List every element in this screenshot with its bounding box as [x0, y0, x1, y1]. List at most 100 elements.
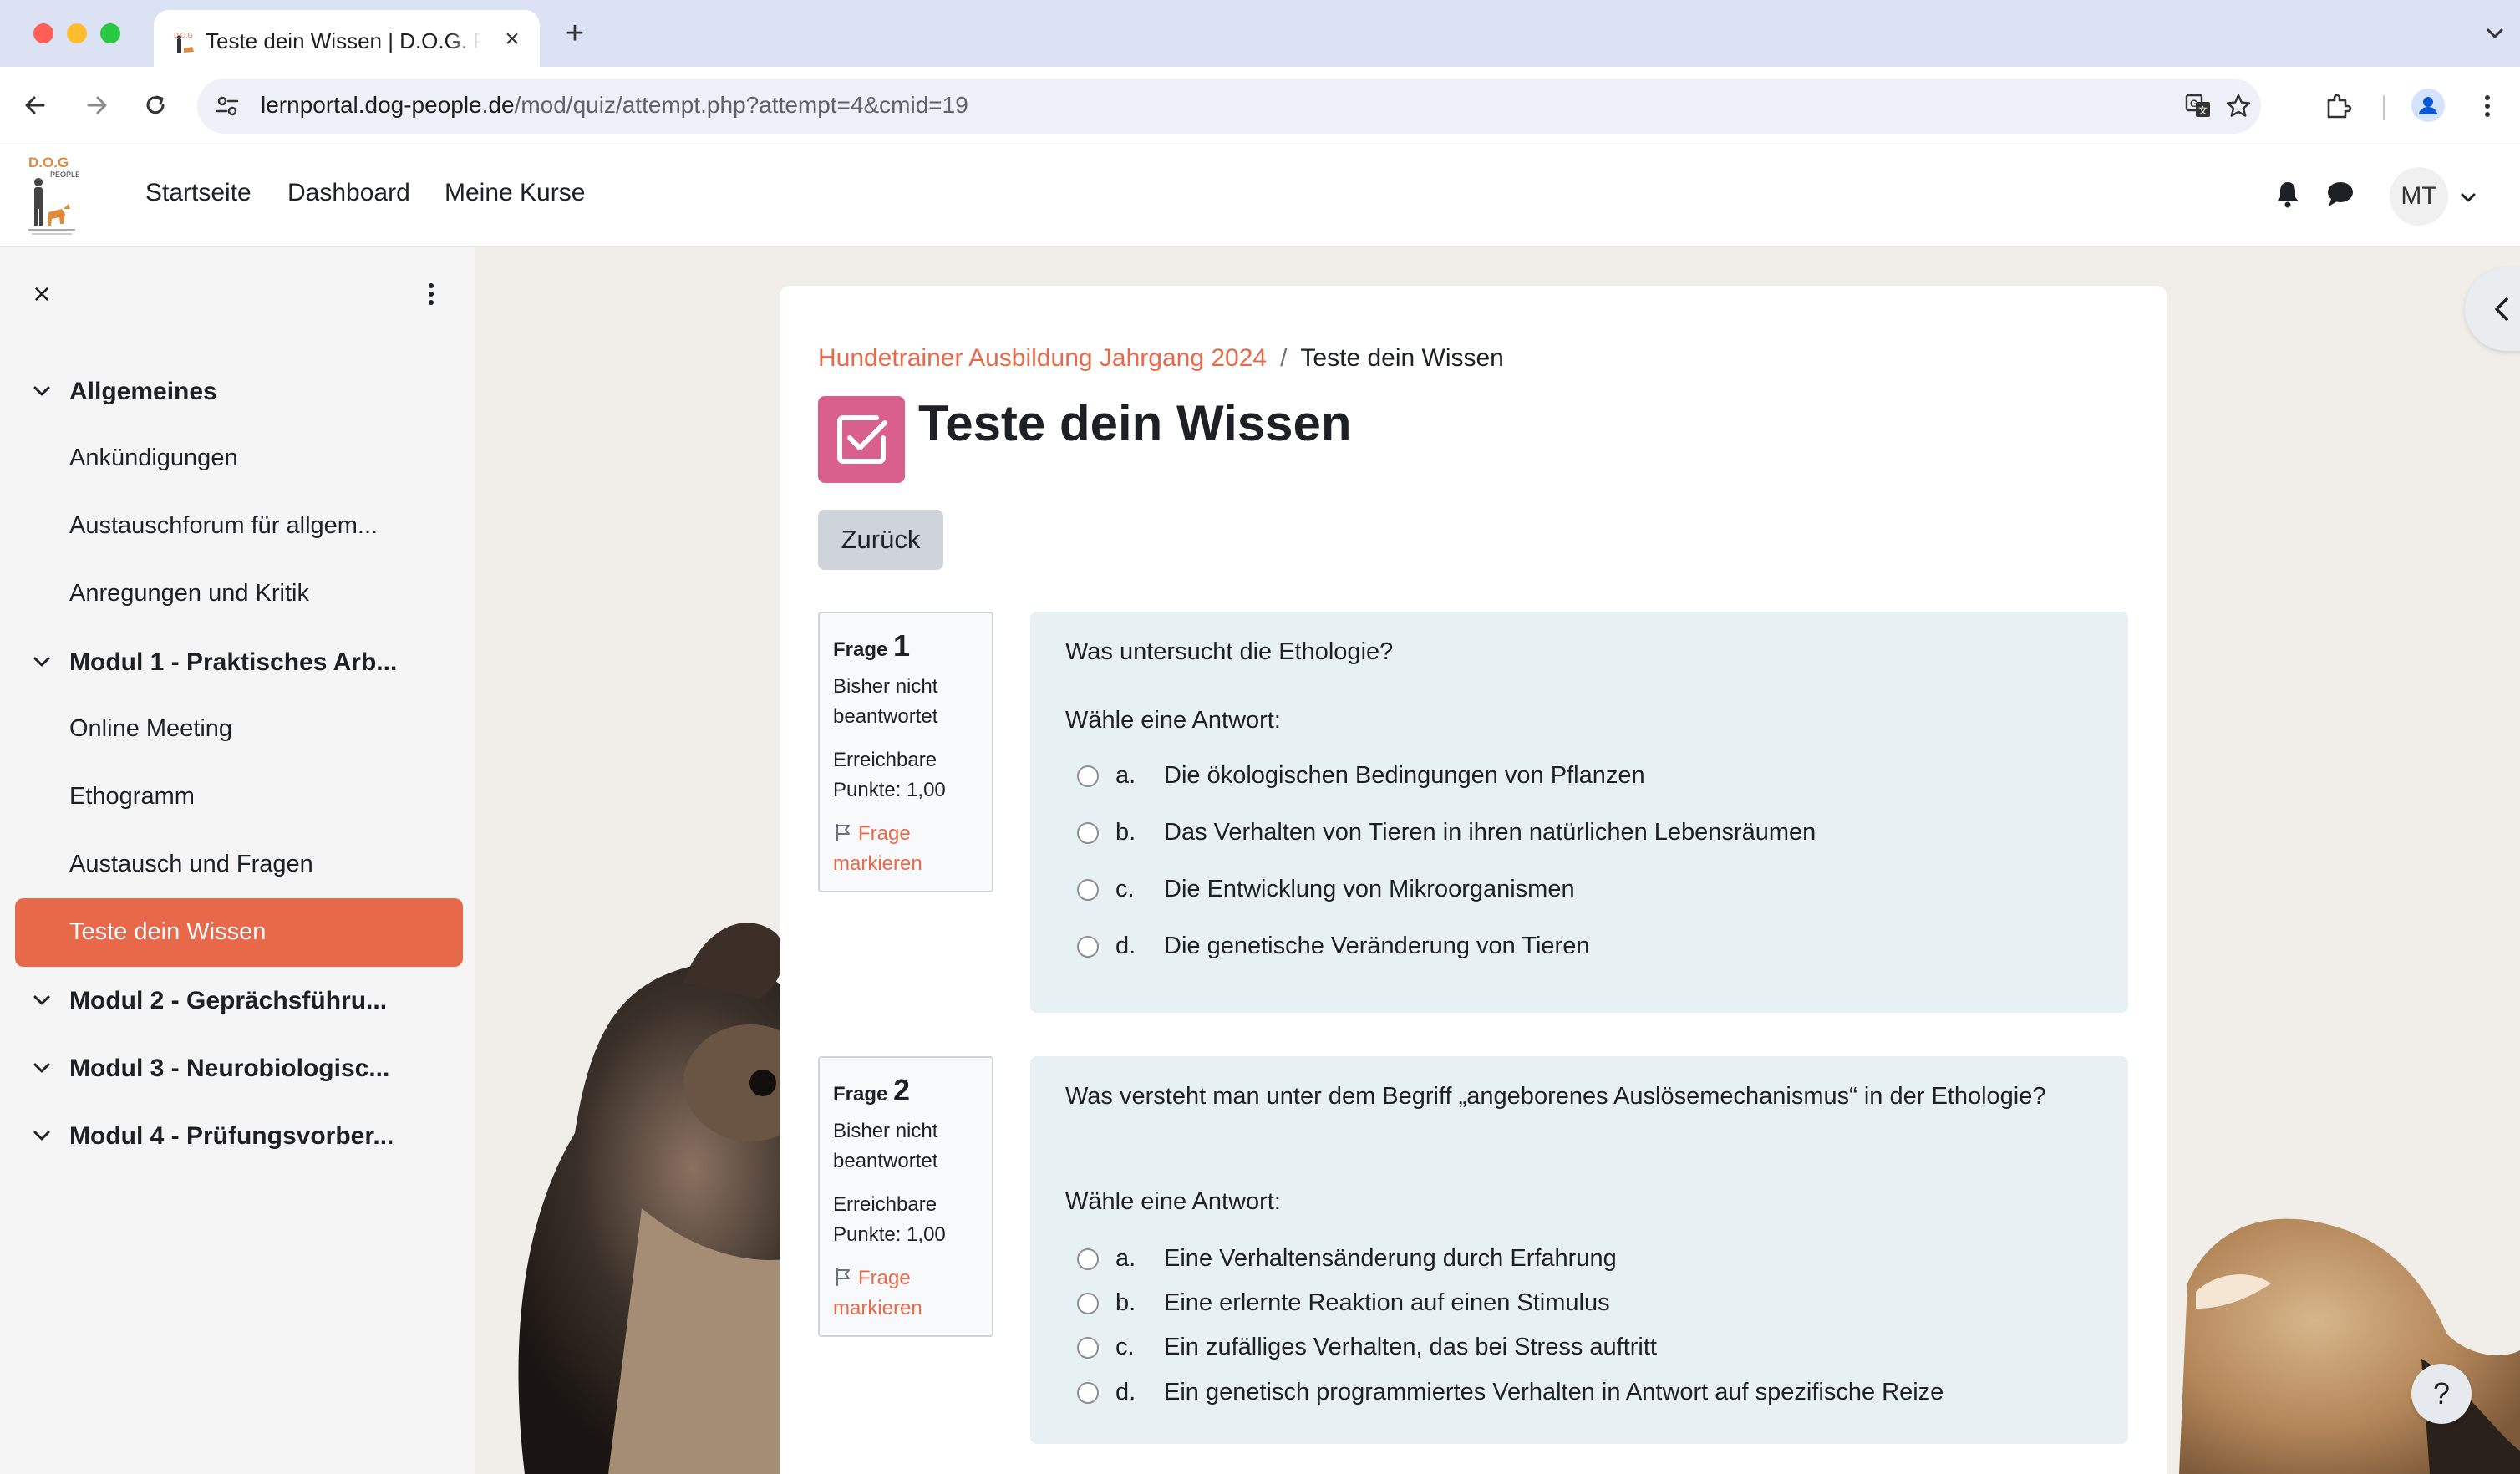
course-item-label: Teste dein Wissen	[69, 918, 267, 945]
answer-letter: a.	[1115, 1245, 1136, 1272]
help-button[interactable]: ?	[2411, 1364, 2472, 1424]
window-minimize-button[interactable]	[67, 23, 87, 43]
course-section-modul-2[interactable]: Modul 2 - Geprächsführu...	[0, 975, 475, 1025]
answer-text: Die ökologischen Bedingungen von Pflanze…	[1164, 762, 1645, 789]
question-body: Was versteht man unter dem Begriff „ange…	[1030, 1056, 2128, 1444]
favicon-icon: D.O.G	[172, 30, 199, 57]
answer-text: Eine Verhaltensänderung durch Erfahrung	[1164, 1245, 1617, 1272]
extensions-puzzle-icon[interactable]	[2323, 90, 2355, 122]
chevron-down-icon[interactable]	[30, 1124, 53, 1147]
browser-profile-avatar[interactable]	[2411, 89, 2445, 122]
course-section-allgemeines[interactable]: Allgemeines	[0, 366, 475, 416]
section-label: Modul 1 - Praktisches Arb...	[69, 648, 398, 676]
back-arrow-icon[interactable]	[18, 89, 52, 122]
reload-icon[interactable]	[139, 89, 172, 122]
toolbar-divider	[2383, 95, 2385, 120]
site-info-icon[interactable]	[214, 93, 241, 119]
back-button[interactable]: Zurück	[818, 510, 943, 570]
flag-question-link[interactable]: Frage markieren	[833, 819, 983, 879]
dog-people-logo[interactable]: D.O.G PEOPLE	[25, 154, 79, 237]
question-grade: Erreichbare Punkte: 1,00	[833, 1193, 946, 1246]
radio-button[interactable]	[1077, 822, 1099, 844]
url-path: /mod/quiz/attempt.php?attempt=4&cmid=19	[514, 92, 968, 118]
section-label: Modul 2 - Geprächsführu...	[69, 987, 388, 1014]
tab-search-chevron-icon[interactable]	[2480, 18, 2510, 48]
radio-button[interactable]	[1077, 1382, 1099, 1404]
url-text: lernportal.dog-people.de/mod/quiz/attemp…	[261, 92, 968, 119]
breadcrumb-current: Teste dein Wissen	[1300, 344, 1504, 372]
page-title: Teste dein Wissen	[918, 395, 1352, 451]
question-body: Was untersucht die Ethologie? Wähle eine…	[1030, 612, 2128, 1013]
chevron-down-icon[interactable]	[30, 650, 53, 673]
address-bar[interactable]: lernportal.dog-people.de/mod/quiz/attemp…	[197, 79, 2261, 134]
question-state: Bisher nicht beantwortet	[833, 1120, 938, 1172]
url-host: lernportal.dog-people.de	[261, 92, 515, 118]
svg-text:PEOPLE: PEOPLE	[50, 170, 79, 179]
chevron-down-icon[interactable]	[30, 379, 53, 403]
radio-button[interactable]	[1077, 879, 1099, 901]
section-label: Modul 3 - Neurobiologisc...	[69, 1055, 390, 1082]
answer-letter: c.	[1115, 876, 1135, 902]
user-menu-chevron-down-icon[interactable]	[2458, 187, 2478, 207]
new-tab-button[interactable]: +	[558, 17, 592, 50]
course-item-austausch-fragen[interactable]: Austausch und Fragen	[69, 851, 313, 878]
radio-button[interactable]	[1077, 765, 1099, 787]
course-item-ethogramm[interactable]: Ethogramm	[69, 783, 195, 811]
bookmark-star-icon[interactable]	[2224, 92, 2253, 120]
question-label: Frage	[833, 1083, 888, 1106]
radio-button[interactable]	[1077, 1337, 1099, 1359]
course-item-ankuendigungen[interactable]: Ankündigungen	[69, 445, 238, 472]
answer-text: Eine erlernte Reaktion auf einen Stimulu…	[1164, 1289, 1610, 1316]
radio-button[interactable]	[1077, 1248, 1099, 1270]
answer-letter: b.	[1115, 1289, 1136, 1316]
course-item-austauschforum[interactable]: Austauschforum für allgem...	[69, 512, 378, 540]
nav-link-dashboard[interactable]: Dashboard	[287, 179, 410, 207]
course-section-modul-3[interactable]: Modul 3 - Neurobiologisc...	[0, 1043, 475, 1093]
browser-menu-kebab-icon[interactable]	[2472, 90, 2503, 122]
user-avatar[interactable]: MT	[2390, 167, 2448, 226]
notification-bell-icon[interactable]	[2273, 179, 2303, 209]
answer-letter: d.	[1115, 933, 1136, 959]
course-section-modul-4[interactable]: Modul 4 - Prüfungsvorber...	[0, 1111, 475, 1161]
translate-icon[interactable]: G 文	[2184, 92, 2213, 120]
radio-button[interactable]	[1077, 936, 1099, 958]
nav-link-startseite[interactable]: Startseite	[145, 179, 251, 207]
tab-close-button[interactable]: ×	[500, 27, 525, 52]
forward-arrow-icon[interactable]	[80, 89, 114, 122]
flag-question-link[interactable]: Frage markieren	[833, 1263, 983, 1324]
answer-letter: b.	[1115, 819, 1136, 846]
answer-letter: d.	[1115, 1379, 1136, 1405]
site-navbar: D.O.G PEOPLE Startseite Dashboard Meine …	[0, 145, 2520, 247]
messages-chat-icon[interactable]	[2324, 179, 2356, 209]
breadcrumb-course-link[interactable]: Hundetrainer Ausbildung Jahrgang 2024	[818, 344, 1267, 372]
course-item-online-meeting[interactable]: Online Meeting	[69, 715, 232, 743]
chevron-left-icon	[2495, 297, 2508, 321]
window-zoom-button[interactable]	[100, 23, 120, 43]
close-drawer-icon[interactable]: ×	[28, 279, 55, 309]
svg-text:D.O.G: D.O.G	[28, 155, 69, 170]
answer-text: Ein zufälliges Verhalten, das bei Stress…	[1164, 1334, 1657, 1360]
chevron-down-icon[interactable]	[30, 989, 53, 1012]
question-number: Frage 1	[833, 628, 910, 663]
browser-tab-active[interactable]: D.O.G Teste dein Wissen | D.O.G. People …	[154, 10, 540, 67]
answer-prompt: Wähle eine Antwort:	[1065, 1188, 1281, 1215]
radio-button[interactable]	[1077, 1293, 1099, 1314]
section-label: Allgemeines	[69, 378, 217, 405]
answer-text: Die Entwicklung von Mikroorganismen	[1164, 876, 1575, 902]
course-item-teste-dein-wissen-active[interactable]: Teste dein Wissen	[15, 898, 463, 967]
nav-link-meine-kurse[interactable]: Meine Kurse	[445, 179, 585, 207]
question-info-box: Frage 1 Bisher nicht beantwortet Erreich…	[818, 612, 993, 892]
flag-icon	[836, 1268, 850, 1287]
course-index-options-kebab-icon[interactable]	[421, 279, 441, 309]
question-grade: Erreichbare Punkte: 1,00	[833, 749, 946, 801]
course-item-anregungen[interactable]: Anregungen und Kritik	[69, 580, 309, 607]
answer-text: Ein genetisch programmiertes Verhalten i…	[1164, 1379, 1944, 1405]
question-state: Bisher nicht beantwortet	[833, 675, 938, 728]
quiz-activity-icon	[818, 396, 905, 483]
question-text: Was versteht man unter dem Begriff „ange…	[1065, 1083, 2046, 1110]
course-section-modul-1[interactable]: Modul 1 - Praktisches Arb...	[0, 637, 475, 687]
chevron-down-icon[interactable]	[30, 1056, 53, 1080]
answer-letter: a.	[1115, 762, 1136, 789]
answer-prompt: Wähle eine Antwort:	[1065, 707, 1281, 734]
window-close-button[interactable]	[33, 23, 53, 43]
